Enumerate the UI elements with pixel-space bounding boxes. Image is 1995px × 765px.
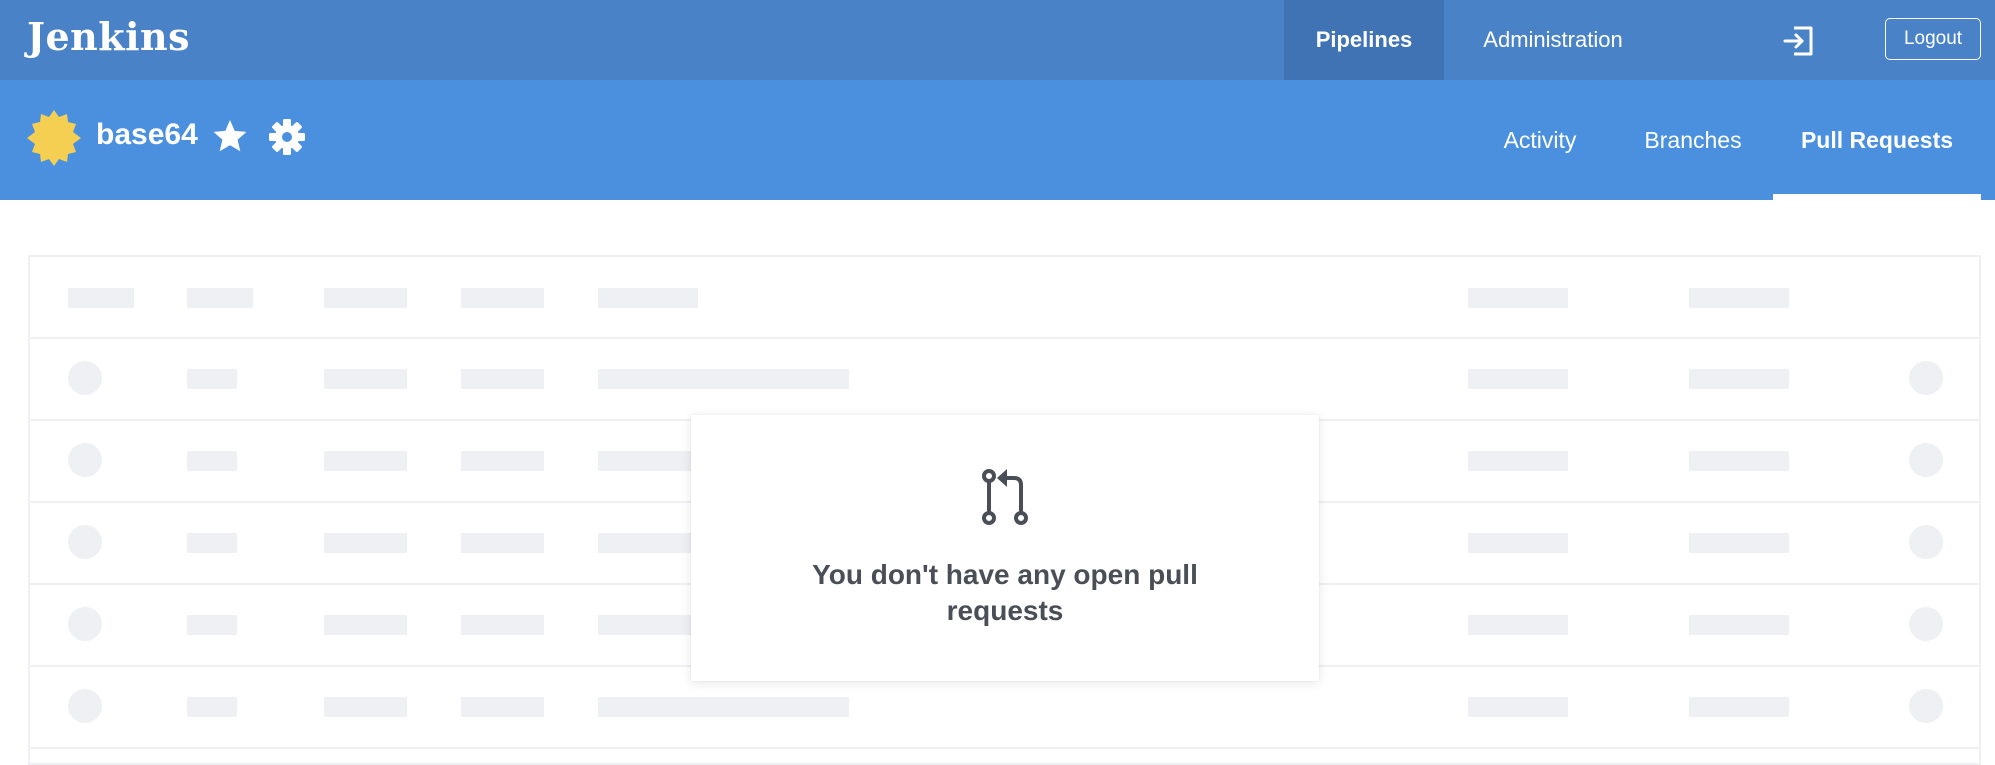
skeleton-bar xyxy=(461,697,544,717)
skeleton-bar xyxy=(1689,697,1789,717)
pipeline-name[interactable]: base64 xyxy=(96,118,198,152)
pipeline-header: base64 Activity Branches Pull Requests xyxy=(0,80,1995,200)
skeleton-bar xyxy=(1689,288,1789,308)
skeleton-dot xyxy=(1909,525,1943,559)
tab-pull-requests[interactable]: Pull Requests xyxy=(1773,80,1981,200)
top-nav-bar: Jenkins Pipelines Administration Logout xyxy=(0,0,1995,80)
skeleton-bar xyxy=(461,533,544,553)
settings-gear-icon[interactable] xyxy=(268,118,306,156)
skeleton-bar xyxy=(598,288,698,308)
skeleton-dot xyxy=(1909,607,1943,641)
skeleton-bar xyxy=(1689,451,1789,471)
skeleton-bar xyxy=(1689,533,1789,553)
skeleton-bar xyxy=(461,369,544,389)
skeleton-bar xyxy=(1689,369,1789,389)
nav-administration[interactable]: Administration xyxy=(1460,0,1646,80)
skeleton-bar xyxy=(187,451,237,471)
skeleton-bar xyxy=(1468,288,1568,308)
skeleton-bar xyxy=(187,615,237,635)
skeleton-bar xyxy=(324,369,407,389)
active-tab-indicator xyxy=(1773,194,1981,200)
favorite-star-icon[interactable] xyxy=(212,118,248,154)
skeleton-header-row xyxy=(30,257,1979,339)
skeleton-bar xyxy=(1468,697,1568,717)
skeleton-bar xyxy=(598,369,849,389)
skeleton-dot xyxy=(68,361,102,395)
skeleton-bar xyxy=(1468,533,1568,553)
skeleton-row xyxy=(30,339,1979,421)
skeleton-dot xyxy=(68,443,102,477)
skeleton-bar xyxy=(598,697,849,717)
skeleton-bar xyxy=(1689,615,1789,635)
skeleton-bar xyxy=(461,615,544,635)
skeleton-bar xyxy=(324,615,407,635)
skeleton-dot xyxy=(1909,443,1943,477)
tab-branches[interactable]: Branches xyxy=(1630,80,1756,200)
skeleton-dot xyxy=(1909,361,1943,395)
skeleton-bar xyxy=(324,697,407,717)
skeleton-bar xyxy=(461,288,544,308)
skeleton-bar xyxy=(1468,451,1568,471)
empty-state-card: You don't have any open pull requests xyxy=(691,415,1319,681)
skeleton-dot xyxy=(68,689,102,723)
skeleton-dot xyxy=(1909,689,1943,723)
tab-activity[interactable]: Activity xyxy=(1480,80,1600,200)
skeleton-bar xyxy=(187,697,237,717)
skeleton-dot xyxy=(68,607,102,641)
sunny-weather-icon xyxy=(27,110,81,166)
nav-pipelines[interactable]: Pipelines xyxy=(1284,0,1444,80)
skeleton-bar xyxy=(187,533,237,553)
skeleton-bar xyxy=(187,369,237,389)
skeleton-dot xyxy=(68,525,102,559)
skeleton-bar xyxy=(461,451,544,471)
jenkins-logo[interactable]: Jenkins xyxy=(27,14,190,59)
skeleton-bar xyxy=(324,288,407,308)
skeleton-bar xyxy=(324,451,407,471)
logout-button[interactable]: Logout xyxy=(1885,18,1981,60)
skeleton-bar xyxy=(1468,615,1568,635)
empty-state-message: You don't have any open pull requests xyxy=(812,559,1198,626)
pull-request-icon xyxy=(982,469,1028,525)
skeleton-bar xyxy=(187,288,253,308)
skeleton-bar xyxy=(68,288,134,308)
skeleton-bar xyxy=(324,533,407,553)
sign-out-icon[interactable] xyxy=(1780,23,1816,59)
skeleton-bar xyxy=(1468,369,1568,389)
